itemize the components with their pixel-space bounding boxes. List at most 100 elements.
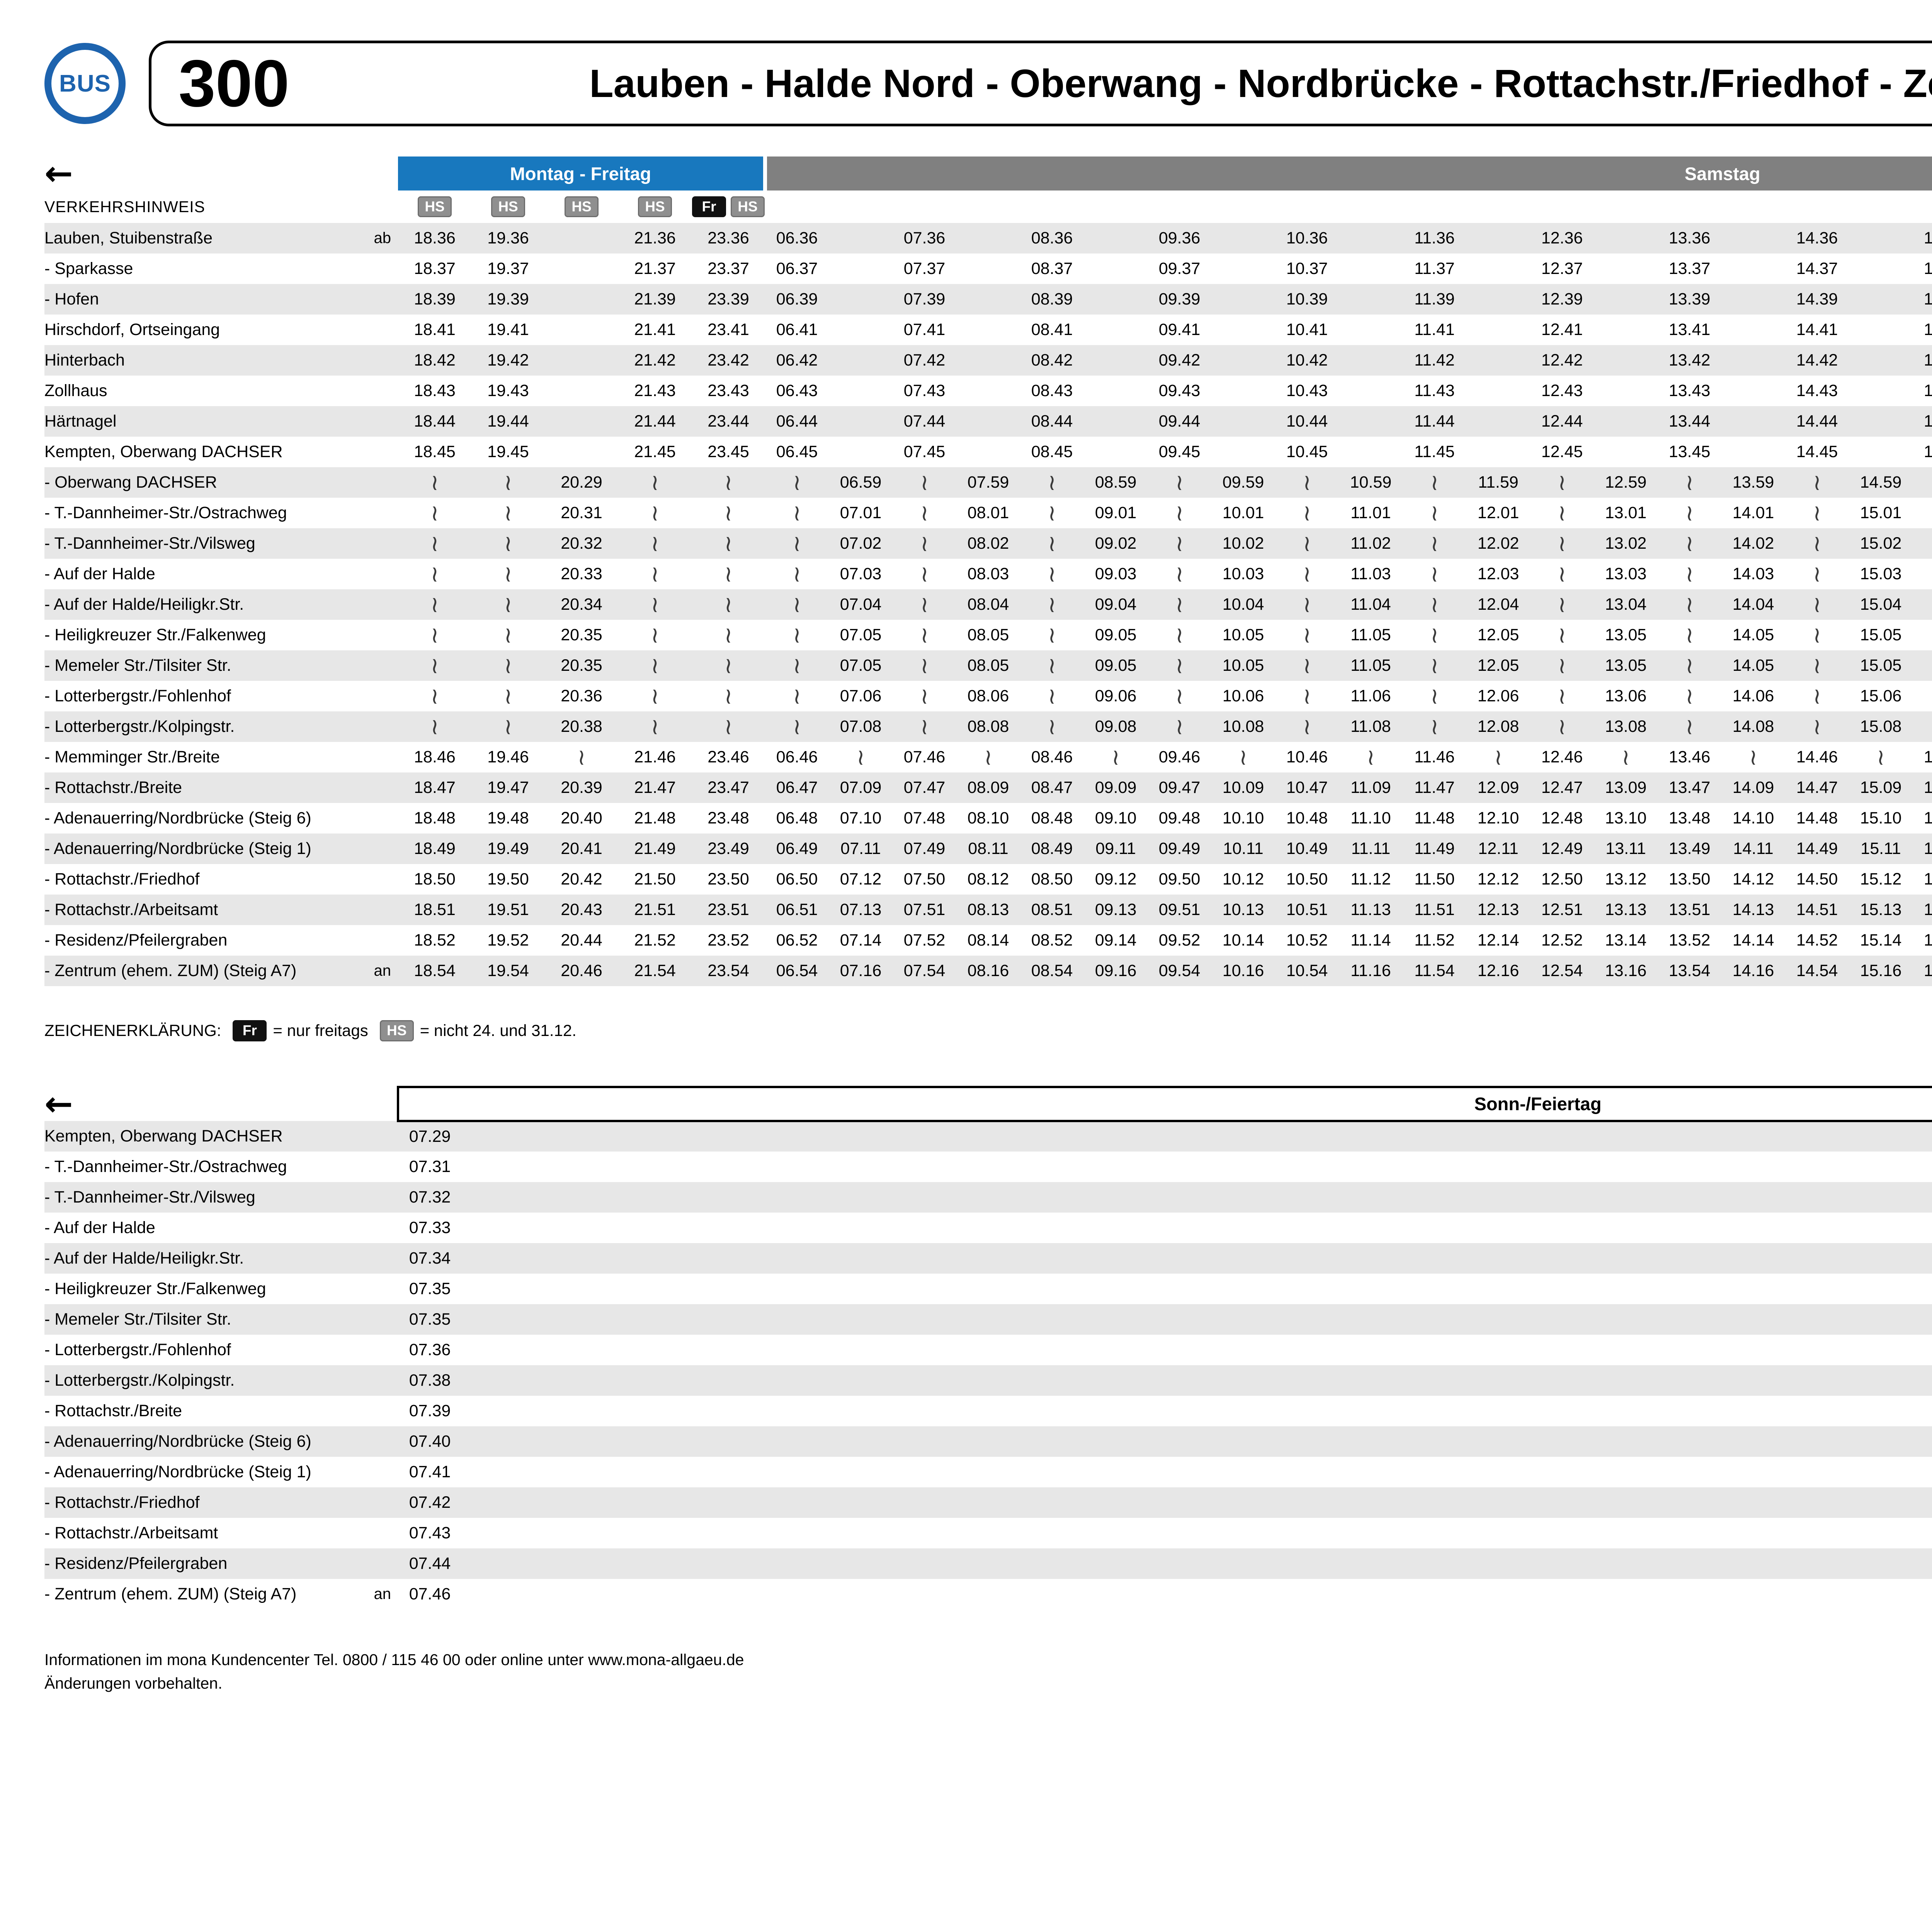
stop-marker — [365, 1335, 398, 1365]
time-cell: 07.12 — [829, 864, 893, 895]
stop-name: - Adenauerring/Nordbrücke (Steig 1) — [44, 1457, 365, 1487]
time-cell: 10.08 — [1211, 711, 1275, 742]
stop-marker — [365, 1274, 398, 1304]
stop-name: - Rottachstr./Arbeitsamt — [44, 895, 365, 925]
time-cell: 08.12 — [956, 864, 1020, 895]
stop-name: - Zentrum (ehem. ZUM) (Steig A7) — [44, 1579, 365, 1609]
time-cell: ≀ — [1020, 528, 1084, 559]
stop-name: Härtnagel — [44, 406, 365, 437]
stop-name: - Memeler Str./Tilsiter Str. — [44, 650, 365, 681]
time-cell: ≀ — [1849, 742, 1913, 772]
time-cell: ≀ — [893, 620, 956, 650]
time-cell: ≀ — [1403, 681, 1466, 711]
time-cell: 21.36 — [618, 223, 692, 253]
time-cell: 13.54 — [1658, 956, 1721, 986]
time-cell: 13.50 — [1658, 864, 1721, 895]
time-cell: 11.50 — [1403, 864, 1466, 895]
column-badge-cell: HS — [471, 191, 545, 223]
stop-marker: ab — [365, 223, 398, 253]
time-cell: 07.09 — [829, 772, 893, 803]
time-cell: 21.50 — [618, 864, 692, 895]
skip-stop-squiggle-icon: ≀ — [1813, 652, 1821, 679]
time-cell: ≀ — [1913, 559, 1932, 589]
row-filler — [462, 1487, 1932, 1518]
skip-stop-squiggle-icon: ≀ — [1877, 744, 1885, 770]
stop-name: - T.-Dannheimer-Str./Ostrachweg — [44, 498, 365, 528]
time-cell: ≀ — [398, 498, 471, 528]
skip-stop-squiggle-icon: ≀ — [857, 744, 865, 770]
skip-stop-squiggle-icon: ≀ — [1303, 500, 1311, 526]
time-cell: 23.50 — [692, 864, 765, 895]
skip-stop-squiggle-icon: ≀ — [651, 500, 659, 526]
stop-marker — [365, 1213, 398, 1243]
time-cell: ≀ — [1084, 742, 1148, 772]
fr-badge: Fr — [233, 1020, 267, 1041]
time-cell: ≀ — [1530, 650, 1594, 681]
time-cell: ≀ — [1785, 467, 1849, 498]
bus-icon: BUS — [44, 43, 126, 124]
time-cell: 13.37 — [1658, 253, 1721, 284]
skip-stop-squiggle-icon: ≀ — [1175, 713, 1184, 740]
stop-row: - Rottachstr./Arbeitsamt07.43 — [44, 1518, 1932, 1548]
time-cell — [956, 376, 1020, 406]
time-cell: ≀ — [692, 589, 765, 620]
time-cell — [1849, 253, 1913, 284]
skip-stop-squiggle-icon: ≀ — [1430, 561, 1439, 587]
stop-name: Hirschdorf, Ortseingang — [44, 315, 365, 345]
time-cell — [829, 253, 893, 284]
stop-row: - Heiligkreuzer Str./Falkenweg≀≀20.35≀≀≀… — [44, 620, 1932, 650]
skip-stop-squiggle-icon: ≀ — [1685, 500, 1694, 526]
time-cell: 07.03 — [829, 559, 893, 589]
time-cell — [1211, 253, 1275, 284]
skip-stop-squiggle-icon: ≀ — [504, 500, 512, 526]
time-cell — [1339, 345, 1403, 376]
stop-row: - Lotterbergstr./Kolpingstr.07.38 — [44, 1365, 1932, 1396]
row-filler — [462, 1548, 1932, 1579]
time-cell: 15.48 — [1913, 803, 1932, 834]
stop-name: - Lotterbergstr./Fohlenhof — [44, 681, 365, 711]
weekday-timetable: ←Montag - FreitagSamstagVERKEHRSHINWEISH… — [44, 156, 1932, 986]
time-cell — [1084, 253, 1148, 284]
time-cell: 14.45 — [1785, 437, 1849, 467]
time-cell: 07.45 — [893, 437, 956, 467]
time-cell: 08.54 — [1020, 956, 1084, 986]
column-badge-cell — [1721, 191, 1785, 223]
time-cell: 23.54 — [692, 956, 765, 986]
skip-stop-squiggle-icon: ≀ — [504, 652, 512, 679]
stop-marker — [365, 498, 398, 528]
row-filler — [462, 1243, 1932, 1274]
time-cell — [1211, 406, 1275, 437]
skip-stop-squiggle-icon: ≀ — [793, 652, 801, 679]
stop-row: - Residenz/Pfeilergraben18.5219.5220.442… — [44, 925, 1932, 956]
time-cell: 10.06 — [1211, 681, 1275, 711]
skip-stop-squiggle-icon: ≀ — [1558, 713, 1566, 740]
time-cell: ≀ — [1211, 742, 1275, 772]
time-cell: 21.42 — [618, 345, 692, 376]
time-cell — [829, 284, 893, 315]
stop-name: - Rottachstr./Breite — [44, 1396, 365, 1426]
stop-marker — [365, 1518, 398, 1548]
time-cell: 12.08 — [1466, 711, 1530, 742]
skip-stop-squiggle-icon: ≀ — [1685, 469, 1694, 495]
time-cell: 11.44 — [1403, 406, 1466, 437]
time-cell: 23.39 — [692, 284, 765, 315]
stop-row: - T.-Dannheimer-Str./Vilsweg≀≀20.32≀≀≀07… — [44, 528, 1932, 559]
time-cell: ≀ — [1530, 498, 1594, 528]
time-cell: 08.52 — [1020, 925, 1084, 956]
time-cell: 14.51 — [1785, 895, 1849, 925]
time-cell — [956, 437, 1020, 467]
stop-row: - Memminger Str./Breite18.4619.46≀21.462… — [44, 742, 1932, 772]
time-cell: 14.08 — [1721, 711, 1785, 742]
skip-stop-squiggle-icon: ≀ — [793, 469, 801, 495]
time-cell: ≀ — [893, 467, 956, 498]
time-cell: ≀ — [471, 711, 545, 742]
time-cell: ≀ — [1658, 589, 1721, 620]
time-cell: ≀ — [692, 681, 765, 711]
time-cell — [1594, 315, 1658, 345]
time-cell: 07.46 — [398, 1579, 462, 1609]
time-cell: 12.12 — [1466, 864, 1530, 895]
time-cell: 10.05 — [1211, 620, 1275, 650]
time-cell: 10.49 — [1275, 834, 1339, 864]
time-cell: ≀ — [956, 742, 1020, 772]
time-cell: 08.49 — [1020, 834, 1084, 864]
